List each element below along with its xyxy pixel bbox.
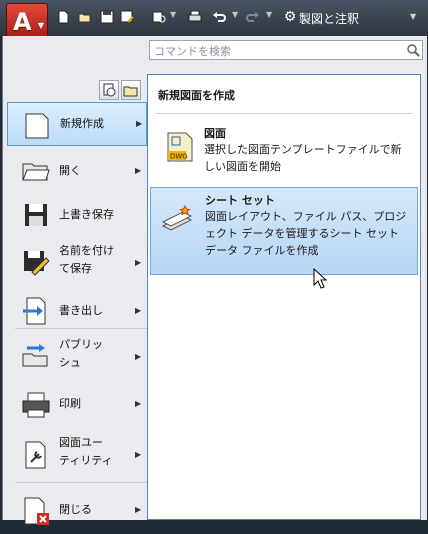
open-folder-icon xyxy=(22,163,50,181)
submenu-item-title: シート セット xyxy=(205,194,275,207)
menu-item-label: パブリッ シュ xyxy=(59,338,103,369)
open-documents-button[interactable] xyxy=(121,80,141,100)
save-icon xyxy=(25,204,47,226)
chevron-right-icon: ▶ xyxy=(135,450,142,459)
plot-icon[interactable] xyxy=(188,10,202,24)
chevron-right-icon: ▶ xyxy=(135,306,142,315)
open-documents-icon xyxy=(123,86,138,97)
chevron-right-icon: ▶ xyxy=(135,258,142,267)
new-submenu-panel: 新規図面を作成 DWG 図面 選択した図面テンプレートファイルで新しい図面を開始… xyxy=(147,74,421,520)
menu-separator xyxy=(15,482,149,483)
save-as-icon xyxy=(24,251,50,276)
menu-item-print[interactable]: 印刷 ▶ xyxy=(7,380,147,428)
recent-documents-button[interactable] xyxy=(99,80,119,100)
plot-preview-icon[interactable] xyxy=(152,10,166,24)
chevron-down-icon[interactable]: ▼ xyxy=(410,12,416,21)
recent-documents-icon xyxy=(103,83,116,97)
submenu-item-title: 図面 xyxy=(204,127,226,140)
save-as-icon[interactable] xyxy=(120,10,134,24)
gear-icon[interactable]: ⚙ xyxy=(282,9,298,25)
print-icon xyxy=(22,392,50,418)
search-icon[interactable] xyxy=(406,43,420,57)
menu-separator xyxy=(15,328,149,329)
sheet-set-icon xyxy=(161,204,193,231)
chevron-down-icon[interactable]: ▼ xyxy=(266,10,272,19)
publish-icon xyxy=(22,344,48,367)
search-box[interactable]: コマンドを検索 xyxy=(149,40,423,60)
close-document-icon xyxy=(24,497,49,525)
chevron-down-icon[interactable]: ▼ xyxy=(232,10,238,19)
workspace-label[interactable]: 製図と注釈 xyxy=(299,10,359,27)
menu-item-label: 上書き保存 xyxy=(59,208,114,221)
submenu-item-description: 選択した図面テンプレートファイルで新しい図面を開始 xyxy=(204,143,402,173)
new-icon[interactable] xyxy=(56,10,70,24)
menu-item-export[interactable]: 書き出し ▶ xyxy=(7,288,147,332)
chevron-right-icon: ▶ xyxy=(135,352,142,361)
export-icon xyxy=(23,297,46,325)
chevron-right-icon: ▶ xyxy=(135,166,142,175)
menu-item-label: 図面ユー ティリティ xyxy=(59,436,113,467)
menu-item-open[interactable]: 開く ▶ xyxy=(7,148,147,192)
save-icon[interactable] xyxy=(100,10,114,24)
new-document-icon xyxy=(25,113,49,139)
menu-item-save-as[interactable]: 名前を付け て保存 ▶ xyxy=(7,236,147,288)
submenu-item-drawing[interactable]: DWG 図面 選択した図面テンプレートファイルで新しい図面を開始 xyxy=(150,121,418,179)
chevron-right-icon: ▶ xyxy=(135,505,142,514)
menu-item-new[interactable]: 新規作成 ▶ xyxy=(7,102,147,146)
submenu-title: 新規図面を作成 xyxy=(158,89,235,102)
submenu-item-sheet-set[interactable]: シート セット 図面レイアウト、ファイル パス、プロジェクト データを管理するシ… xyxy=(150,187,418,275)
chevron-right-icon: ▶ xyxy=(136,119,143,128)
submenu-item-description: 図面レイアウト、ファイル パス、プロジェクト データを管理するシート セット デ… xyxy=(205,210,407,257)
autocad-logo: A xyxy=(13,8,32,36)
undo-icon[interactable] xyxy=(212,10,226,24)
chevron-down-icon[interactable]: ▼ xyxy=(170,10,176,19)
menu-item-label: 新規作成 xyxy=(60,117,104,130)
divider xyxy=(156,113,412,114)
menu-item-label: 名前を付け て保存 xyxy=(59,244,114,275)
quick-access-toolbar: A ▼ ▼ ▼ ▼ ⚙ 製図と注釈 ▼ xyxy=(0,0,428,41)
dwg-icon: DWG xyxy=(167,132,193,162)
redo-icon[interactable] xyxy=(246,10,260,24)
menu-item-close[interactable]: 閉じる ▶ xyxy=(7,486,147,534)
menu-item-label: 書き出し xyxy=(59,304,103,317)
menu-item-label: 閉じる xyxy=(59,503,92,516)
mouse-cursor-icon xyxy=(313,268,327,289)
chevron-right-icon: ▶ xyxy=(135,399,142,408)
menu-item-drawing-utilities[interactable]: 図面ユー ティリティ ▶ xyxy=(7,428,147,480)
menu-item-label: 開く xyxy=(59,164,81,177)
search-input[interactable]: コマンドを検索 xyxy=(154,43,231,59)
menu-item-label: 印刷 xyxy=(59,397,81,410)
drawing-utilities-icon xyxy=(25,441,46,469)
application-menu: コマンドを検索 新規作成 ▶ 開く ▶ 上書き保存 名前を付け て保存 ▶ 書き… xyxy=(2,36,427,525)
menu-item-save[interactable]: 上書き保存 xyxy=(7,192,147,236)
svg-text:DWG: DWG xyxy=(170,153,188,161)
menu-item-publish[interactable]: パブリッ シュ ▶ xyxy=(7,330,147,378)
open-icon[interactable] xyxy=(78,10,92,24)
chevron-down-icon: ▼ xyxy=(37,21,44,30)
